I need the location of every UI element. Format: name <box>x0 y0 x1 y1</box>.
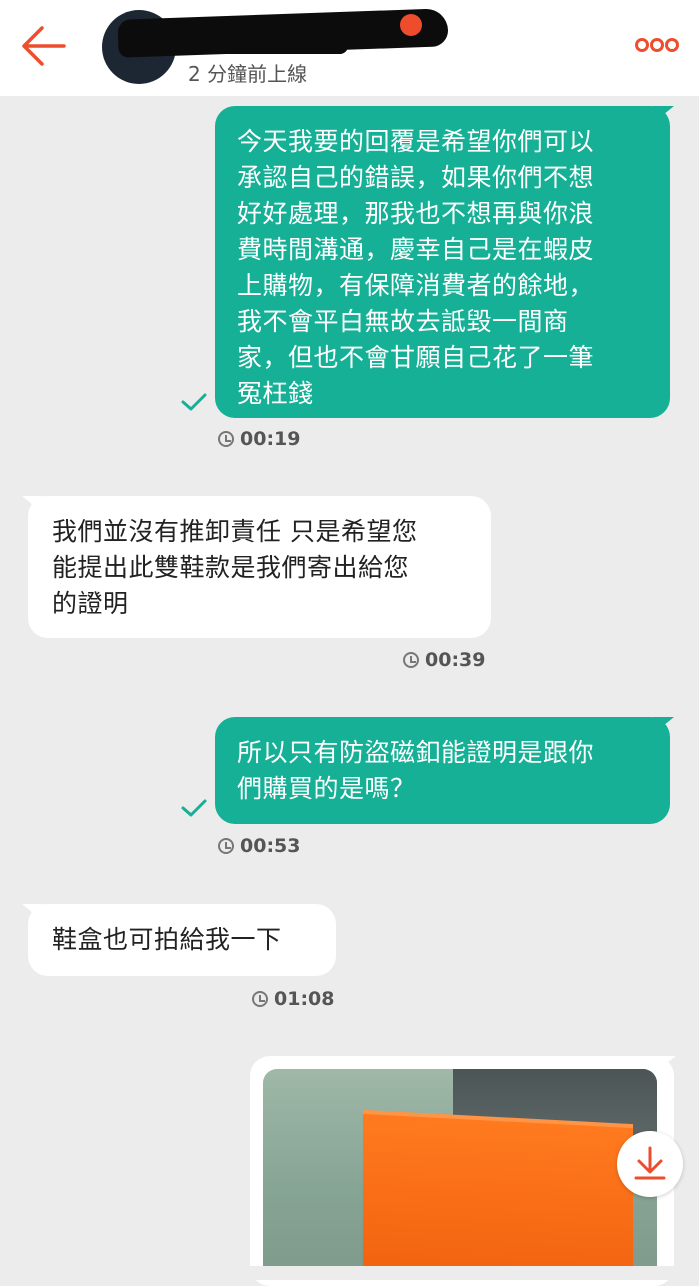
message-line: 費時間溝通，慶幸自己是在蝦皮 <box>237 235 595 264</box>
message-line: 承認自己的錯誤，如果你們不想 <box>237 163 595 192</box>
redacted-username-mark <box>128 38 348 54</box>
bubble-tail <box>652 106 674 124</box>
message-timestamp: 00:19 <box>218 428 300 450</box>
message-line: 我不會平白無故去詆毀一間商 <box>237 307 569 336</box>
chat-header: 2 分鐘前上線 <box>0 0 699 96</box>
shoebox-photo[interactable] <box>263 1069 657 1269</box>
clock-icon <box>218 431 234 447</box>
notification-dot <box>400 14 422 36</box>
download-icon <box>634 1146 666 1180</box>
message-line: 家，但也不會甘願自己花了一筆 <box>237 343 595 372</box>
timestamp-text: 00:19 <box>240 428 301 450</box>
bubble-tail <box>22 904 44 922</box>
message-line: 的證明 <box>52 589 129 618</box>
message-line: 冤枉錢 <box>237 379 314 408</box>
read-check-icon <box>181 799 207 817</box>
clock-icon <box>218 838 234 854</box>
incoming-message-bubble[interactable]: 我們並沒有推卸責任 只是希望您 能提出此雙鞋款是我們寄出給您 的證明 <box>28 496 491 638</box>
message-line: 能提出此雙鞋款是我們寄出給您 <box>52 553 410 582</box>
message-line: 我們並沒有推卸責任 只是希望您 <box>52 517 418 546</box>
timestamp-text: 00:53 <box>240 835 301 857</box>
message-line: 所以只有防盜磁釦能證明是跟你 <box>237 738 595 767</box>
arrow-left-icon <box>22 26 66 66</box>
message-line: 上購物，有保障消費者的餘地， <box>237 271 595 300</box>
timestamp-text: 01:08 <box>274 988 335 1010</box>
online-status: 2 分鐘前上線 <box>188 62 308 86</box>
more-dots-icon <box>635 38 679 52</box>
bubble-tail <box>22 496 44 514</box>
clock-icon <box>403 652 419 668</box>
bottom-edge <box>0 1266 699 1280</box>
timestamp-text: 00:39 <box>425 649 486 671</box>
message-line: 鞋盒也可拍給我一下 <box>52 925 282 954</box>
outgoing-message-bubble[interactable]: 所以只有防盜磁釦能證明是跟你 們購買的是嗎？ <box>215 717 670 824</box>
message-timestamp: 00:53 <box>218 835 300 857</box>
message-line: 們購買的是嗎？ <box>237 774 416 803</box>
back-button[interactable] <box>18 24 68 68</box>
incoming-message-bubble[interactable]: 鞋盒也可拍給我一下 <box>28 904 336 976</box>
message-timestamp: 01:08 <box>252 988 334 1010</box>
orange-shoebox <box>363 1113 633 1269</box>
more-options-button[interactable] <box>634 36 680 54</box>
outgoing-message-bubble[interactable]: 今天我要的回覆是希望你們可以 承認自己的錯誤，如果你們不想 好好處理，那我也不想… <box>215 106 670 418</box>
download-button[interactable] <box>617 1131 683 1197</box>
message-line: 今天我要的回覆是希望你們可以 <box>237 127 595 156</box>
bubble-tail <box>652 717 674 735</box>
message-timestamp: 00:39 <box>403 649 485 671</box>
message-line: 好好處理，那我也不想再與你浪 <box>237 199 595 228</box>
clock-icon <box>252 991 268 1007</box>
read-check-icon <box>181 393 207 411</box>
